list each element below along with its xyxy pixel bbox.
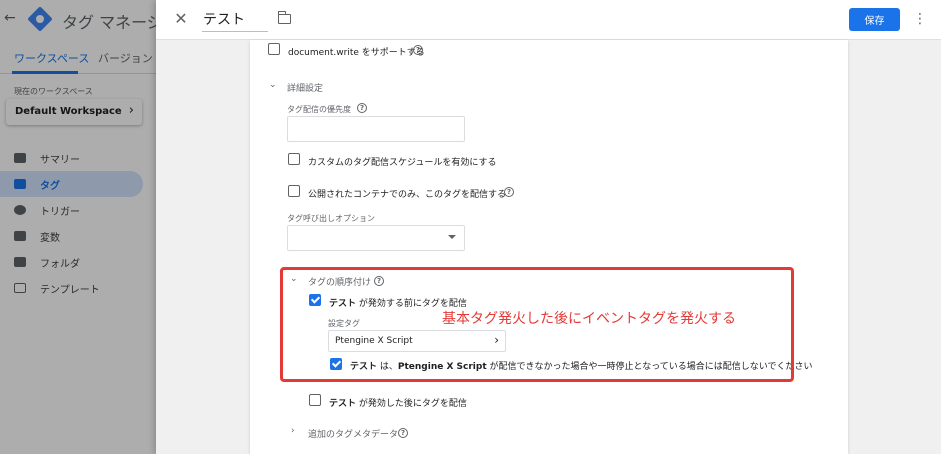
fire-after-text: が発効した後にタグを配信	[356, 399, 467, 409]
document-write-label: document.write をサポートする	[288, 48, 425, 58]
chevron-down-icon[interactable]: ⌄	[290, 274, 298, 284]
published-only-label: 公開されたコンテナでのみ、このタグを配信する	[308, 190, 507, 200]
tag-name-ref: テスト	[350, 362, 378, 372]
modal-scrim[interactable]	[0, 0, 156, 454]
priority-input[interactable]	[287, 116, 465, 142]
help-icon[interactable]: ?	[413, 45, 423, 55]
custom-schedule-label: カスタムのタグ配信スケジュールを有効にする	[308, 158, 497, 168]
chevron-right-icon[interactable]: ›	[291, 426, 295, 436]
advanced-settings-title[interactable]: 詳細設定	[287, 81, 323, 94]
annotation-text: 基本タグ発火した後にイベントタグを発火する	[442, 311, 736, 327]
tag-name-field[interactable]: テスト	[202, 6, 268, 32]
more-vert-icon[interactable]: ⋮	[913, 8, 927, 30]
dont-fire-label: テスト は、Ptengine X Script が配信できなかった場合や一時停止…	[350, 359, 813, 372]
chevron-right-icon: ›	[494, 333, 499, 347]
help-icon[interactable]: ?	[398, 428, 408, 438]
priority-label: タグ配信の優先度	[287, 105, 351, 114]
chevron-down-icon[interactable]: ⌄	[269, 80, 277, 90]
folder-icon[interactable]	[277, 11, 291, 24]
tag-name-ref: テスト	[329, 399, 357, 409]
firing-option-label: タグ呼び出しオプション	[287, 214, 375, 223]
document-write-checkbox[interactable]	[268, 43, 280, 55]
setup-tag-label: 設定タグ	[328, 319, 360, 328]
tag-sequencing-title[interactable]: タグの順序付け	[308, 275, 371, 288]
help-icon[interactable]: ?	[357, 103, 367, 113]
tag-config-card: document.write をサポートする ? ⌄ 詳細設定 タグ配信の優先度…	[250, 40, 848, 454]
fire-after-checkbox[interactable]	[309, 394, 321, 406]
published-only-checkbox[interactable]	[288, 185, 300, 197]
dont-fire-mid: は、	[377, 362, 398, 372]
setup-tag-ref: Ptengine X Script	[397, 362, 487, 372]
dont-fire-text: が配信できなかった場合や一時停止となっている場合には配信しないでください	[486, 362, 813, 372]
help-icon[interactable]: ?	[374, 276, 384, 286]
help-icon[interactable]: ?	[504, 187, 514, 197]
panel-header: ✕ テスト 保存 ⋮	[156, 0, 941, 40]
setup-tag-select[interactable]: Ptengine X Script ›	[328, 330, 506, 352]
firing-option-select[interactable]	[287, 225, 465, 251]
save-button[interactable]: 保存	[849, 8, 900, 31]
setup-tag-value: Ptengine X Script	[335, 336, 413, 346]
fire-before-checkbox[interactable]	[309, 294, 321, 306]
dropdown-arrow-icon	[448, 235, 456, 239]
custom-schedule-checkbox[interactable]	[288, 153, 300, 165]
dont-fire-checkbox[interactable]	[330, 358, 342, 370]
fire-after-label: テスト が発効した後にタグを配信	[329, 396, 467, 409]
tag-editor-panel: ✕ テスト 保存 ⋮ document.write をサポートする ? ⌄ 詳細…	[156, 0, 941, 454]
additional-metadata-title[interactable]: 追加のタグメタデータ	[308, 427, 398, 440]
tag-name-ref: テスト	[329, 299, 357, 309]
close-icon[interactable]: ✕	[170, 8, 192, 30]
